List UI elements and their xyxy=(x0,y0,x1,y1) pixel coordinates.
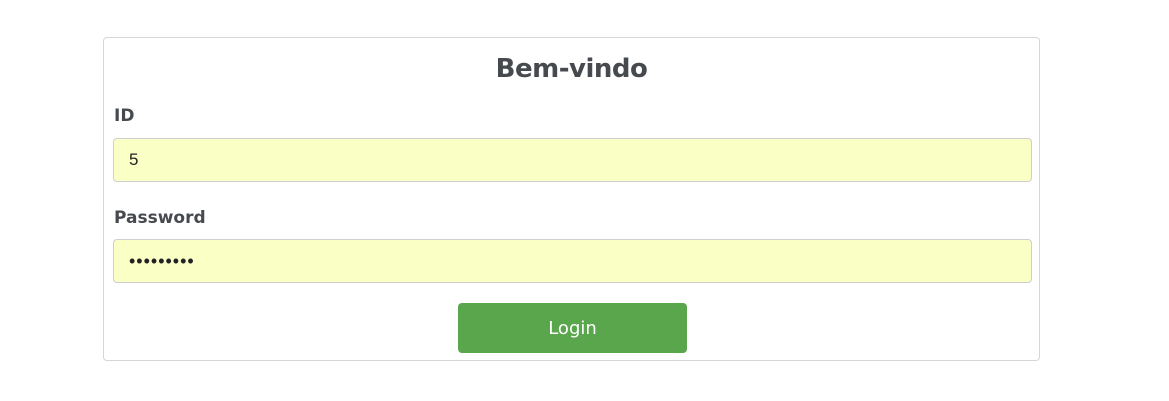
id-field[interactable] xyxy=(113,138,1032,182)
password-label: Password xyxy=(114,208,206,228)
login-card: Bem-vindo ID Password Login xyxy=(103,37,1040,361)
page-title: Bem-vindo xyxy=(495,54,648,84)
login-button[interactable]: Login xyxy=(458,303,687,353)
id-label: ID xyxy=(114,106,135,126)
password-field[interactable] xyxy=(113,239,1032,283)
